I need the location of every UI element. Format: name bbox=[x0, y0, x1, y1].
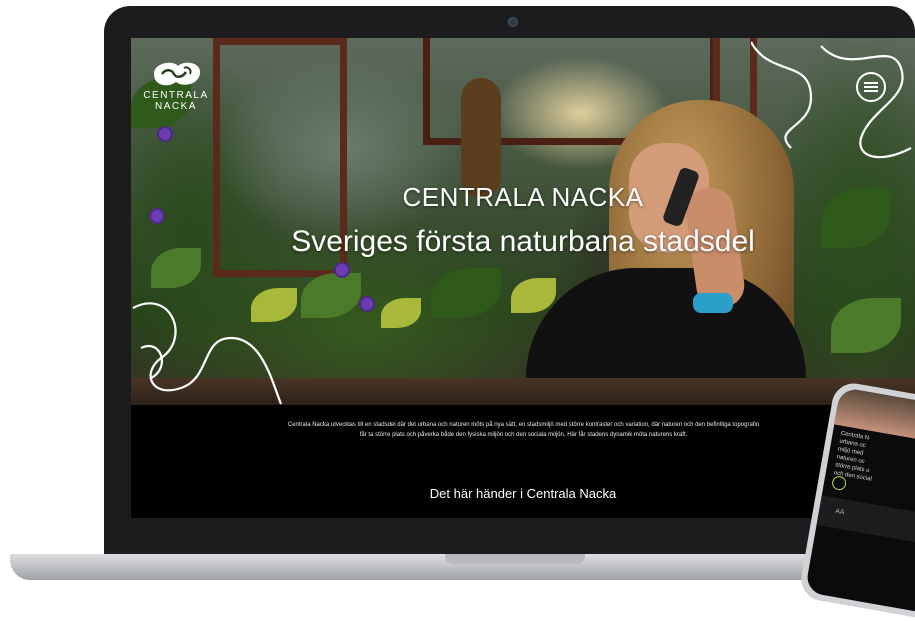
foliage bbox=[511, 278, 556, 313]
flower bbox=[159, 128, 171, 140]
foliage bbox=[831, 298, 901, 353]
site-logo[interactable]: CENTRALA NACKA bbox=[141, 58, 211, 112]
hero-title: CENTRALA NACKA bbox=[402, 182, 644, 212]
squiggle-decoration-right bbox=[751, 41, 912, 159]
phone-browser-toolbar bbox=[816, 495, 915, 548]
laptop-screen: CENTRALA NACKA CENTRALA NACKA Sveriges f… bbox=[131, 38, 915, 518]
hero-image: CENTRALA NACKA CENTRALA NACKA Sveriges f… bbox=[131, 38, 915, 405]
section-heading: Det här händer i Centrala Nacka bbox=[429, 486, 617, 501]
hamburger-menu-icon bbox=[864, 82, 878, 92]
logo-text-line1: CENTRALA bbox=[143, 90, 209, 101]
smartwatch bbox=[693, 293, 733, 313]
hamburger-menu-button[interactable] bbox=[856, 72, 886, 102]
hero-subtitle: Sveriges första naturbana stadsdel bbox=[291, 225, 755, 258]
logo-text-line2: NACKA bbox=[155, 101, 197, 112]
intro-paragraph: Centrala Nacka utvecklas till en stadsde… bbox=[287, 422, 760, 438]
foliage bbox=[301, 273, 361, 318]
foliage bbox=[381, 298, 421, 328]
foliage bbox=[431, 268, 501, 318]
camera-icon bbox=[508, 17, 518, 27]
flower bbox=[361, 298, 373, 310]
phone-text-size-button[interactable]: AA bbox=[835, 508, 845, 517]
ivy-vine bbox=[461, 78, 501, 198]
flower bbox=[336, 264, 348, 276]
laptop-notch bbox=[445, 554, 585, 564]
squiggle-decoration-left bbox=[132, 302, 283, 405]
phone-intro-text: Centrala N urbana oc miljö med naturen o… bbox=[833, 430, 915, 498]
centrala-nacka-logo-icon bbox=[154, 62, 200, 86]
